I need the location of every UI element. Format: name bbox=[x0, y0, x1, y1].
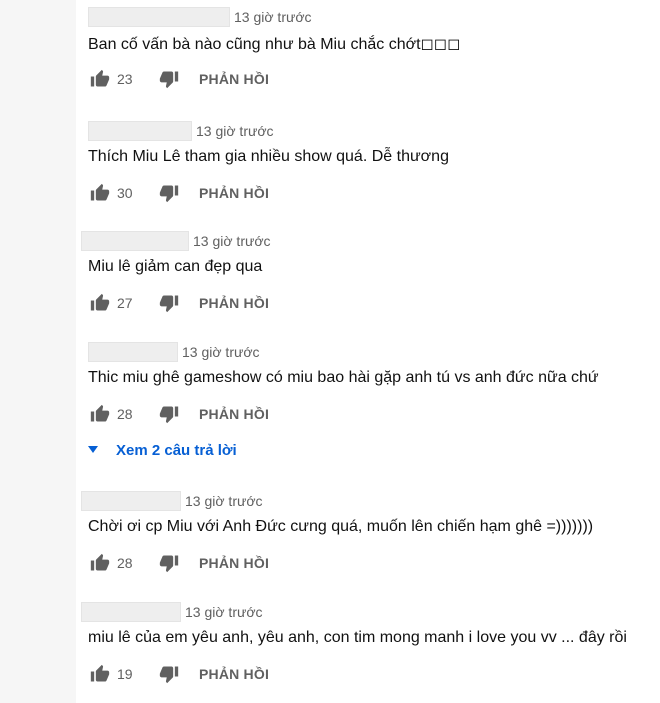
like-button[interactable] bbox=[88, 67, 112, 91]
reply-button[interactable]: PHẢN HỒI bbox=[199, 666, 269, 682]
thumbs-down-icon bbox=[159, 71, 179, 89]
comment-header: 13 giờ trước bbox=[88, 342, 260, 362]
dislike-button[interactable] bbox=[157, 551, 181, 575]
comment-timestamp[interactable]: 13 giờ trước bbox=[234, 9, 312, 25]
comment-timestamp[interactable]: 13 giờ trước bbox=[185, 604, 263, 620]
reply-button[interactable]: PHẢN HỒI bbox=[199, 555, 269, 571]
author-name-redacted[interactable] bbox=[88, 121, 192, 141]
dislike-button[interactable] bbox=[157, 67, 181, 91]
like-count: 27 bbox=[117, 295, 133, 311]
view-replies-label: Xem 2 câu trả lời bbox=[116, 441, 237, 459]
comments-section: 13 giờ trước Ban cố vấn bà nào cũng như … bbox=[76, 0, 660, 703]
like-button[interactable] bbox=[88, 291, 112, 315]
reply-button[interactable]: PHẢN HỒI bbox=[199, 406, 269, 422]
thumbs-up-icon bbox=[90, 183, 110, 201]
comment-timestamp[interactable]: 13 giờ trước bbox=[193, 233, 271, 249]
author-name-redacted[interactable] bbox=[81, 231, 189, 251]
like-button[interactable] bbox=[88, 402, 112, 426]
like-button[interactable] bbox=[88, 181, 112, 205]
comment-timestamp[interactable]: 13 giờ trước bbox=[185, 493, 263, 509]
thumbs-up-icon bbox=[90, 404, 110, 422]
author-name-redacted[interactable] bbox=[88, 7, 230, 27]
comment-text: Thic miu ghê gameshow có miu bao hài gặp… bbox=[88, 369, 599, 386]
caret-down-icon bbox=[88, 445, 98, 455]
author-name-redacted[interactable] bbox=[81, 602, 181, 622]
comment-text: Miu lê giảm can đẹp qua bbox=[88, 258, 263, 275]
author-name-redacted[interactable] bbox=[81, 491, 181, 511]
thumbs-up-icon bbox=[90, 553, 110, 571]
comment-header: 13 giờ trước bbox=[81, 602, 263, 622]
comment-actions: 28 PHẢN HỒI bbox=[88, 551, 269, 575]
thumbs-down-icon bbox=[159, 666, 179, 684]
comment-text: Thích Miu Lê tham gia nhiều show quá. Dễ… bbox=[88, 148, 449, 165]
comment-actions: 30 PHẢN HỒI bbox=[88, 181, 269, 205]
like-count: 30 bbox=[117, 185, 133, 201]
like-button[interactable] bbox=[88, 551, 112, 575]
like-button[interactable] bbox=[88, 662, 112, 686]
comment-actions: 23 PHẢN HỒI bbox=[88, 67, 269, 91]
dislike-button[interactable] bbox=[157, 402, 181, 426]
like-count: 19 bbox=[117, 666, 133, 682]
reply-button[interactable]: PHẢN HỒI bbox=[199, 295, 269, 311]
comment-header: 13 giờ trước bbox=[88, 7, 312, 27]
comment-timestamp[interactable]: 13 giờ trước bbox=[182, 344, 260, 360]
view-replies-button[interactable]: Xem 2 câu trả lời bbox=[88, 438, 237, 462]
comment-header: 13 giờ trước bbox=[88, 121, 274, 141]
comment-text: miu lê của em yêu anh, yêu anh, con tim … bbox=[88, 629, 627, 646]
thumbs-up-icon bbox=[90, 664, 110, 682]
thumbs-down-icon bbox=[159, 295, 179, 313]
comment-actions: 19 PHẢN HỒI bbox=[88, 662, 269, 686]
reply-button[interactable]: PHẢN HỒI bbox=[199, 185, 269, 201]
comment-header: 13 giờ trước bbox=[81, 491, 263, 511]
like-count: 23 bbox=[117, 71, 133, 87]
thumbs-down-icon bbox=[159, 185, 179, 203]
like-count: 28 bbox=[117, 406, 133, 422]
dislike-button[interactable] bbox=[157, 181, 181, 205]
comment-actions: 27 PHẢN HỒI bbox=[88, 291, 269, 315]
comment-timestamp[interactable]: 13 giờ trước bbox=[196, 123, 274, 139]
dislike-button[interactable] bbox=[157, 662, 181, 686]
thumbs-up-icon bbox=[90, 69, 110, 87]
comment-text: Ban cố vấn bà nào cũng như bà Miu chắc c… bbox=[88, 36, 461, 53]
left-gutter bbox=[0, 0, 76, 703]
like-count: 28 bbox=[117, 555, 133, 571]
thumbs-down-icon bbox=[159, 406, 179, 424]
reply-button[interactable]: PHẢN HỒI bbox=[199, 71, 269, 87]
dislike-button[interactable] bbox=[157, 291, 181, 315]
comment-text: Chời ơi cp Miu với Anh Đức cưng quá, muố… bbox=[88, 518, 594, 535]
thumbs-down-icon bbox=[159, 555, 179, 573]
author-name-redacted[interactable] bbox=[88, 342, 178, 362]
comment-actions: 28 PHẢN HỒI bbox=[88, 402, 269, 426]
comment-header: 13 giờ trước bbox=[81, 231, 271, 251]
thumbs-up-icon bbox=[90, 293, 110, 311]
